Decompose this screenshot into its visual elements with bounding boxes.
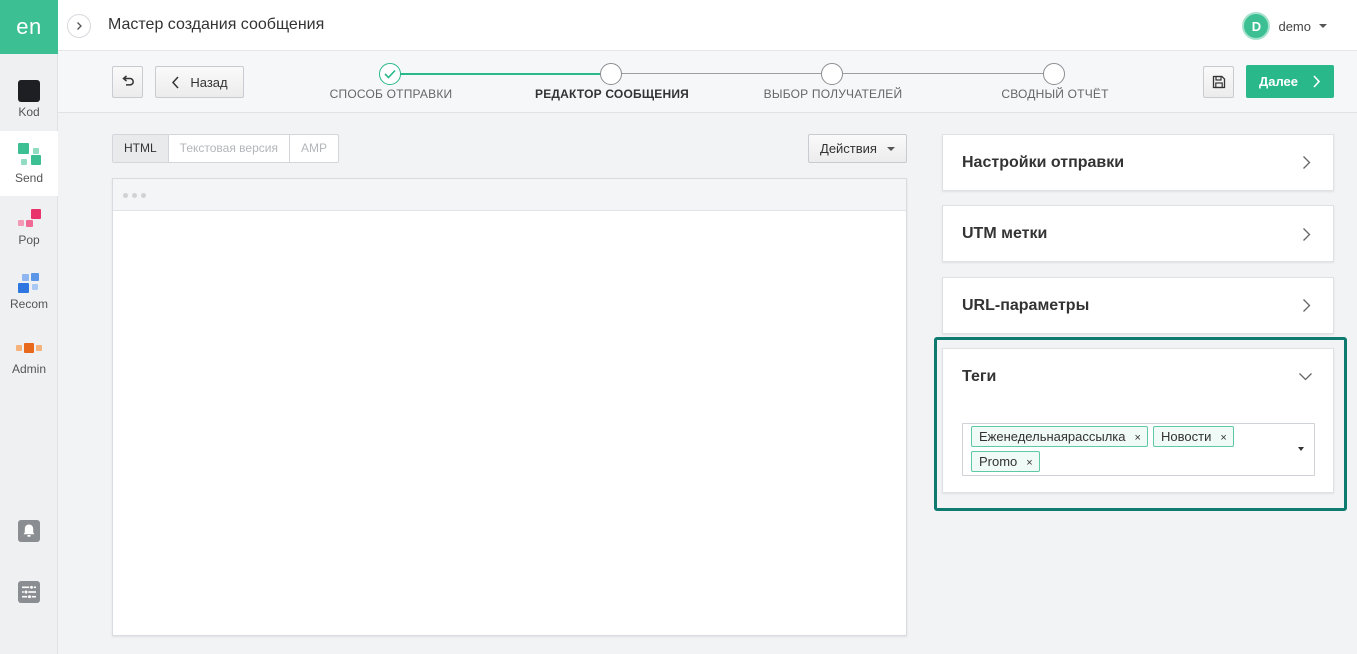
page-title: Мастер создания сообщения: [108, 16, 325, 33]
caret-down-icon: [1319, 24, 1327, 28]
tag-remove-icon[interactable]: ×: [1135, 432, 1141, 444]
wizard-bar: Назад СПОСОБ ОТПРАВКИ РЕДАКТОР СООБЩЕНИЯ…: [58, 51, 1357, 113]
user-name: demo: [1278, 18, 1311, 34]
check-icon: [384, 69, 396, 79]
tab-amp[interactable]: AMP: [290, 135, 338, 162]
sidebar-item-pop[interactable]: Pop: [0, 200, 58, 260]
step-connector: [400, 73, 611, 75]
bell-icon[interactable]: [17, 519, 41, 543]
tag-label: Еженедельнаярассылка: [979, 429, 1126, 444]
tag-chip: Новости ×: [1153, 426, 1234, 447]
tag-label: Promo: [979, 454, 1018, 469]
panel-utm[interactable]: UTM метки: [942, 205, 1334, 262]
toolbar-dot: [141, 193, 146, 198]
step-1-label[interactable]: СПОСОБ ОТПРАВКИ: [330, 87, 453, 101]
sidebar-item-label: Recom: [9, 297, 48, 311]
tags-multiselect[interactable]: Еженедельнаярассылка × Новости × Promo ×: [962, 423, 1315, 476]
tab-html[interactable]: HTML: [113, 135, 169, 162]
tag-label: Новости: [1161, 429, 1212, 444]
chevron-right-icon: [1303, 299, 1311, 312]
step-connector: [842, 73, 1054, 74]
sidebar-item-kod[interactable]: Kod: [0, 72, 58, 132]
tag-remove-icon[interactable]: ×: [1026, 457, 1032, 469]
step-4-indicator[interactable]: [1043, 63, 1065, 85]
panel-title: Настройки отправки: [962, 154, 1125, 171]
panel-title: URL-параметры: [962, 297, 1090, 314]
avatar: D: [1242, 12, 1271, 40]
tag-remove-icon[interactable]: ×: [1220, 432, 1226, 444]
save-icon: [1212, 75, 1225, 89]
settings-sliders-icon[interactable]: [17, 580, 41, 604]
chevron-right-icon: [1303, 156, 1311, 169]
tab-text-version[interactable]: Текстовая версия: [169, 135, 290, 162]
admin-icon: [16, 331, 42, 357]
panel-url-params[interactable]: URL-параметры: [942, 277, 1334, 334]
tag-chip: Еженедельнаярассылка ×: [971, 426, 1148, 447]
save-button[interactable]: [1203, 66, 1234, 98]
chevron-right-icon: [77, 22, 82, 30]
toolbar-dot: [123, 193, 128, 198]
step-connector: [621, 73, 832, 74]
top-header: Мастер создания сообщения D demo: [58, 0, 1357, 51]
step-1-indicator[interactable]: [379, 63, 401, 85]
chevron-right-icon: [1303, 228, 1311, 241]
dropdown-caret-icon[interactable]: [1298, 447, 1304, 451]
step-3-indicator[interactable]: [821, 63, 843, 85]
panel-title[interactable]: Теги: [962, 368, 996, 386]
editor-tabs: HTML Текстовая версия AMP: [112, 134, 339, 163]
editor-toolbar: [113, 179, 906, 211]
recom-icon: [16, 266, 42, 293]
user-menu[interactable]: D demo: [1242, 12, 1327, 40]
send-icon: [16, 140, 42, 166]
next-button[interactable]: Далее: [1246, 65, 1334, 98]
chevron-left-icon: [172, 75, 179, 89]
sidebar-expand-button[interactable]: [67, 14, 91, 38]
sidebar-item-send[interactable]: Send: [0, 131, 58, 196]
step-3-label[interactable]: ВЫБОР ПОЛУЧАТЕЛЕЙ: [764, 87, 903, 101]
step-2-label[interactable]: РЕДАКТОР СООБЩЕНИЯ: [535, 87, 689, 101]
tag-chip: Promo ×: [971, 451, 1040, 472]
panel-tags: Теги Еженедельнаярассылка × Новости × Prom…: [942, 348, 1334, 493]
actions-label: Действия: [820, 141, 877, 156]
sidebar-item-label: Send: [14, 171, 44, 185]
pop-icon: [16, 202, 42, 228]
back-button[interactable]: Назад: [155, 66, 244, 98]
next-label: Далее: [1258, 74, 1299, 89]
actions-dropdown[interactable]: Действия: [808, 134, 907, 163]
undo-icon: [121, 75, 134, 86]
back-label: Назад: [190, 74, 228, 90]
step-2-indicator[interactable]: [600, 63, 622, 85]
sidebar-item-recom[interactable]: Recom: [0, 264, 58, 324]
chevron-down-icon[interactable]: [1298, 372, 1313, 381]
panel-send-settings[interactable]: Настройки отправки: [942, 134, 1334, 191]
sidebar-item-label: Kod: [18, 105, 40, 119]
toolbar-dot: [132, 193, 137, 198]
left-sidebar: en Kod Send Pop Recom Admin: [0, 0, 58, 654]
kod-icon: [16, 74, 42, 102]
sidebar-item-admin[interactable]: Admin: [0, 329, 58, 389]
panel-title: UTM метки: [962, 225, 1048, 242]
undo-button[interactable]: [112, 66, 143, 98]
step-4-label[interactable]: СВОДНЫЙ ОТЧЁТ: [1001, 87, 1108, 101]
app-logo[interactable]: en: [0, 0, 58, 54]
sidebar-item-label: Pop: [18, 233, 40, 247]
chevron-right-icon: [1313, 75, 1321, 88]
message-editor[interactable]: [112, 178, 907, 636]
caret-down-icon: [886, 146, 895, 151]
sidebar-item-label: Admin: [11, 362, 46, 376]
